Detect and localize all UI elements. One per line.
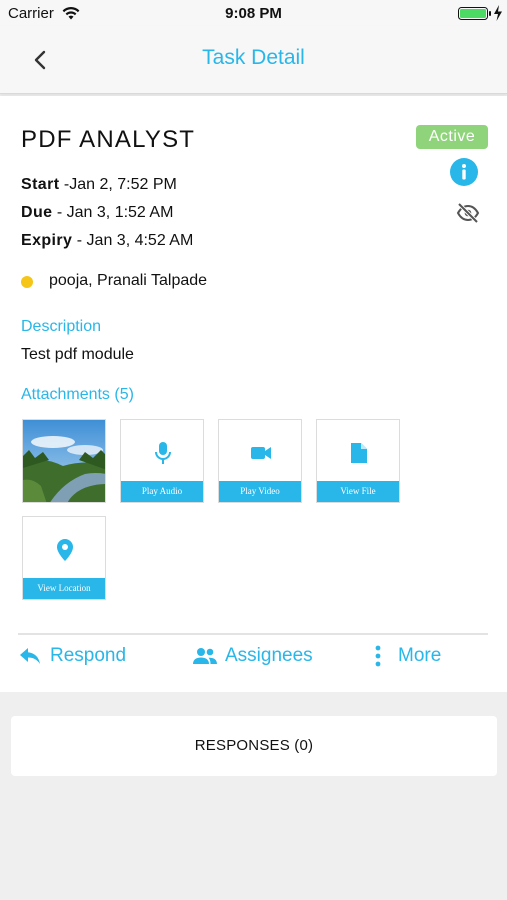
attachment-audio[interactable]: Play Audio bbox=[120, 419, 204, 503]
reply-icon bbox=[20, 648, 40, 664]
more-vert-icon bbox=[375, 645, 381, 667]
description-label: Description bbox=[21, 318, 102, 335]
location-pin-icon bbox=[57, 539, 73, 561]
people-icon-wrap bbox=[193, 644, 217, 668]
microphone-icon bbox=[155, 442, 171, 464]
attachment-file-icon-wrap bbox=[317, 438, 401, 468]
charging-bolt-icon bbox=[494, 5, 502, 21]
attachment-location[interactable]: View Location bbox=[22, 516, 106, 600]
start-value: -Jan 2, 7:52 PM bbox=[59, 176, 177, 193]
attachment-audio-icon-wrap bbox=[121, 438, 205, 468]
attachments-label: Attachments (5) bbox=[21, 386, 134, 403]
respond-label: Respond bbox=[50, 645, 127, 666]
videocam-icon bbox=[251, 447, 271, 459]
task-card: PDF ANALYST Active Start -Jan 2, 7:52 PM… bbox=[0, 96, 507, 692]
attachment-video[interactable]: Play Video bbox=[218, 419, 302, 503]
assignees-label: Assignees bbox=[225, 645, 313, 666]
divider bbox=[18, 633, 488, 635]
attachment-image[interactable] bbox=[22, 419, 106, 503]
attachment-video-icon-wrap bbox=[219, 438, 303, 468]
battery-icon bbox=[458, 7, 491, 20]
responses-button[interactable]: RESPONSES (0) bbox=[11, 716, 497, 776]
respond-button[interactable]: Respond bbox=[18, 642, 126, 670]
more-button[interactable]: More bbox=[366, 642, 441, 670]
assignee-names: pooja, Pranali Talpade bbox=[49, 272, 208, 289]
landscape-photo bbox=[23, 420, 105, 502]
reply-icon-wrap bbox=[18, 644, 42, 668]
due-value: - Jan 3, 1:52 AM bbox=[52, 204, 174, 221]
assignees-button[interactable]: Assignees bbox=[193, 642, 313, 670]
start-label: Start bbox=[21, 176, 60, 193]
status-bar: Carrier 9:08 PM bbox=[0, 0, 507, 26]
assignee-status-dot bbox=[21, 276, 33, 288]
attachment-location-icon-wrap bbox=[23, 535, 107, 565]
expiry-value: - Jan 3, 4:52 AM bbox=[72, 232, 194, 249]
more-vert-icon-wrap bbox=[366, 644, 390, 668]
status-badge: Active bbox=[416, 125, 488, 149]
task-title: PDF ANALYST bbox=[21, 126, 196, 153]
people-icon bbox=[193, 648, 217, 664]
view-location-label: View Location bbox=[23, 578, 105, 599]
due-date: Due - Jan 3, 1:52 AM bbox=[21, 204, 173, 222]
due-label: Due bbox=[21, 204, 53, 221]
page-title: Task Detail bbox=[202, 46, 305, 69]
description-text: Test pdf module bbox=[21, 346, 134, 363]
expiry-date: Expiry - Jan 3, 4:52 AM bbox=[21, 232, 193, 250]
start-date: Start -Jan 2, 7:52 PM bbox=[21, 176, 177, 194]
attachment-file[interactable]: View File bbox=[316, 419, 400, 503]
visibility-off-icon[interactable] bbox=[456, 201, 480, 225]
play-video-label: Play Video bbox=[219, 481, 301, 502]
expiry-label: Expiry bbox=[21, 232, 73, 249]
status-time: 9:08 PM bbox=[225, 5, 282, 22]
navigation-bar: Task Detail bbox=[0, 26, 507, 94]
document-icon bbox=[351, 443, 367, 463]
view-file-label: View File bbox=[317, 481, 399, 502]
more-label: More bbox=[398, 645, 442, 666]
play-audio-label: Play Audio bbox=[121, 481, 203, 502]
info-icon[interactable] bbox=[449, 157, 479, 187]
